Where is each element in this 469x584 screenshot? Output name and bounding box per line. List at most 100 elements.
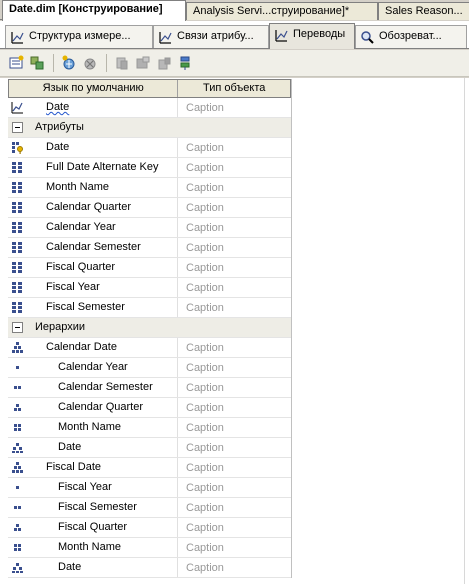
cell-default-language[interactable]: Calendar Semester <box>8 238 178 257</box>
column-header-default-language[interactable]: Язык по умолчанию <box>9 80 179 97</box>
group-row[interactable]: Иерархии <box>8 318 291 338</box>
table-row[interactable]: Calendar Quarter Caption <box>8 198 291 218</box>
cell-default-language[interactable]: Date <box>8 438 178 457</box>
translations-grid-area: Язык по умолчанию Тип объекта Date Captio… <box>0 78 469 584</box>
attribute-icon <box>11 261 24 274</box>
cell-default-language[interactable]: Атрибуты <box>8 118 178 137</box>
paste-button[interactable] <box>154 54 173 73</box>
cell-default-language[interactable]: Calendar Year <box>8 358 178 377</box>
table-row[interactable]: Calendar Date Caption <box>8 338 291 358</box>
table-row[interactable]: Date Caption <box>8 98 291 118</box>
doc-tab-label: Analysis Servi...струирование]* <box>193 5 350 17</box>
table-row[interactable]: Calendar Quarter Caption <box>8 398 291 418</box>
cell-default-language[interactable]: Fiscal Quarter <box>8 518 178 537</box>
cell-default-language[interactable]: Month Name <box>8 418 178 437</box>
new-translation-button[interactable] <box>59 54 78 73</box>
cell-default-language[interactable]: Date <box>8 558 178 577</box>
doc-tab-sales-reason[interactable]: Sales Reason... <box>378 2 469 20</box>
table-row[interactable]: Month Name Caption <box>8 178 291 198</box>
table-row[interactable]: Fiscal Semester Caption <box>8 298 291 318</box>
cut-button[interactable] <box>112 54 131 73</box>
row-label: Fiscal Quarter <box>58 521 128 533</box>
table-row[interactable]: Fiscal Date Caption <box>8 458 291 478</box>
cell-default-language[interactable]: Calendar Year <box>8 218 178 237</box>
table-row[interactable]: Month Name Caption <box>8 538 291 558</box>
tab-label: Обозреват... <box>379 30 442 42</box>
copy-button[interactable] <box>133 54 152 73</box>
row-label: Иерархии <box>35 321 86 333</box>
row-label: Date <box>46 141 70 153</box>
collapse-icon[interactable] <box>12 322 23 333</box>
row-label: Fiscal Year <box>58 481 112 493</box>
table-row[interactable]: Fiscal Year Caption <box>8 278 291 298</box>
cell-object-type: Caption <box>186 102 224 114</box>
level2-icon <box>11 381 24 394</box>
cell-default-language[interactable]: Fiscal Date <box>8 458 178 477</box>
doc-tab-analysis-services[interactable]: Analysis Servi...струирование]* <box>186 2 378 20</box>
grid-body: Date Caption Атрибуты Date Caption Full Date … <box>8 98 291 578</box>
table-row[interactable]: Fiscal Semester Caption <box>8 498 291 518</box>
grid-header: Язык по умолчанию Тип объекта <box>8 79 291 98</box>
sort-icon <box>180 56 189 70</box>
hierarchy-icon <box>11 341 24 354</box>
table-row[interactable]: Calendar Semester Caption <box>8 238 291 258</box>
table-row[interactable]: Date Caption <box>8 138 291 158</box>
sort-button[interactable] <box>175 54 194 73</box>
cell-default-language[interactable]: Fiscal Semester <box>8 298 178 317</box>
attribute-icon <box>11 181 24 194</box>
row-label: Date <box>58 561 82 573</box>
cell-default-language[interactable]: Иерархии <box>8 318 178 337</box>
tab-translations[interactable]: Переводы <box>269 23 355 49</box>
delete-translation-button[interactable] <box>80 54 99 73</box>
tab-attribute-relationships[interactable]: Связи атрибу... <box>153 25 269 48</box>
cell-object-type: Caption <box>186 562 224 574</box>
cell-default-language[interactable]: Calendar Semester <box>8 378 178 397</box>
cell-object-type: Caption <box>186 482 224 494</box>
cell-default-language[interactable]: Calendar Quarter <box>8 198 178 217</box>
cell-default-language[interactable]: Month Name <box>8 178 178 197</box>
tab-dimension-structure[interactable]: Структура измере... <box>5 25 153 48</box>
cell-default-language[interactable]: Full Date Alternate Key <box>8 158 178 177</box>
row-label: Date <box>46 101 70 113</box>
table-row[interactable]: Fiscal Quarter Caption <box>8 518 291 538</box>
cell-default-language[interactable]: Calendar Date <box>8 338 178 357</box>
cell-default-language[interactable]: Fiscal Year <box>8 278 178 297</box>
cell-default-language[interactable]: Fiscal Quarter <box>8 258 178 277</box>
table-row[interactable]: Full Date Alternate Key Caption <box>8 158 291 178</box>
delete-translation-icon <box>84 58 95 70</box>
collapse-icon[interactable] <box>12 122 23 133</box>
cell-object-type: Caption <box>186 262 224 274</box>
cell-default-language[interactable]: Month Name <box>8 538 178 557</box>
table-row[interactable]: Calendar Year Caption <box>8 218 291 238</box>
table-row[interactable]: Fiscal Quarter Caption <box>8 258 291 278</box>
cell-object-type: Caption <box>186 142 224 154</box>
cell-default-language[interactable]: Date <box>8 138 178 157</box>
table-row[interactable]: Calendar Year Caption <box>8 358 291 378</box>
table-row[interactable]: Fiscal Year Caption <box>8 478 291 498</box>
doc-tab-label: Date.dim [Конструирование] <box>9 3 163 15</box>
row-label: Fiscal Semester <box>58 501 137 513</box>
row-label: Month Name <box>58 541 121 553</box>
cell-default-language[interactable]: Fiscal Semester <box>8 498 178 517</box>
paste-icon <box>158 57 170 70</box>
table-row[interactable]: Date Caption <box>8 558 291 578</box>
toolbar-separator <box>106 54 107 72</box>
attribute-icon <box>11 301 24 314</box>
doc-tab-date-dim[interactable]: Date.dim [Конструирование] <box>2 0 186 21</box>
row-label: Fiscal Year <box>46 281 100 293</box>
level4-icon <box>11 541 24 554</box>
table-row[interactable]: Calendar Semester Caption <box>8 378 291 398</box>
tab-browser[interactable]: Обозреват... <box>355 25 467 48</box>
group-row[interactable]: Атрибуты <box>8 118 291 138</box>
table-row[interactable]: Date Caption <box>8 438 291 458</box>
cell-object-type: Caption <box>186 182 224 194</box>
column-header-object-type[interactable]: Тип объекта <box>178 80 290 97</box>
table-row[interactable]: Month Name Caption <box>8 418 291 438</box>
cut-icon <box>116 57 127 70</box>
show-all-button[interactable] <box>27 54 46 73</box>
cell-default-language[interactable]: Calendar Quarter <box>8 398 178 417</box>
new-caption-button[interactable] <box>6 54 25 73</box>
cell-default-language[interactable]: Fiscal Year <box>8 478 178 497</box>
cell-default-language[interactable]: Date <box>8 98 178 117</box>
row-label: Calendar Semester <box>58 381 153 393</box>
